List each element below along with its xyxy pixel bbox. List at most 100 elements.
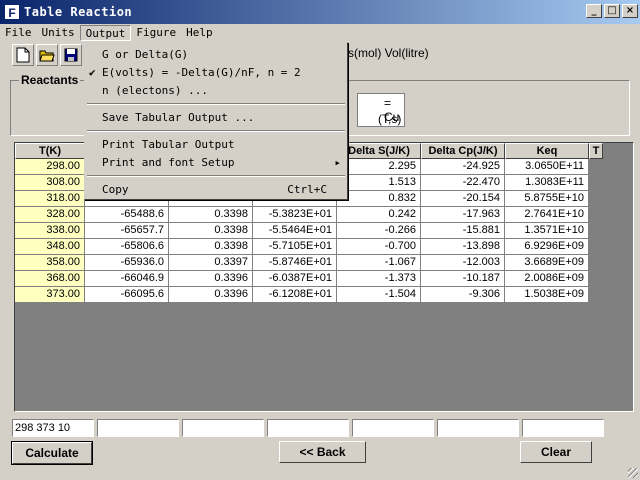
menu-item-print-font-setup[interactable]: Print and font Setup ▸ [85, 154, 347, 171]
close-button[interactable]: × [622, 4, 638, 18]
col-header-t[interactable]: T(K) [15, 143, 85, 159]
table-cell[interactable]: -5.5464E+01 [253, 223, 337, 239]
maximize-button[interactable]: □ [604, 4, 620, 18]
table-cell[interactable]: -65936.0 [85, 255, 169, 271]
menu-item-copy[interactable]: Copy Ctrl+C [85, 181, 347, 198]
table-cell[interactable]: 2.7641E+10 [505, 207, 589, 223]
menu-units[interactable]: Units [37, 25, 80, 41]
menu-item-print-tabular[interactable]: Print Tabular Output [85, 136, 347, 153]
table-cell[interactable]: -1.504 [337, 287, 421, 303]
table-cell[interactable]: -15.881 [421, 223, 505, 239]
table-cell[interactable]: -6.0387E+01 [253, 271, 337, 287]
table-cell[interactable]: -5.8746E+01 [253, 255, 337, 271]
table-cell[interactable]: 0.832 [337, 191, 421, 207]
col-header-t2[interactable]: T [589, 143, 603, 159]
table-cell[interactable]: 0.3398 [169, 223, 253, 239]
table-cell[interactable]: 1.3083E+11 [505, 175, 589, 191]
menu-item-delta-g[interactable]: G or Delta(G) [85, 46, 347, 63]
menu-output[interactable]: Output [79, 25, 132, 41]
status-bar [0, 466, 640, 480]
back-button[interactable]: << Back [279, 441, 366, 463]
table-row[interactable]: 368.00 -66046.9 0.3396 -6.0387E+01 -1.373 -10… [15, 271, 633, 287]
table-cell[interactable]: 318.00 [15, 191, 85, 207]
save-button[interactable] [60, 44, 82, 66]
menu-item-electrons[interactable]: n (electons) ... [85, 82, 347, 99]
col-header-keq[interactable]: Keq [505, 143, 589, 159]
table-row[interactable]: 358.00 -65936.0 0.3397 -5.8746E+01 -1.067 -12… [15, 255, 633, 271]
input-field-5[interactable] [352, 419, 434, 437]
table-cell[interactable]: -0.266 [337, 223, 421, 239]
table-cell[interactable]: 328.00 [15, 207, 85, 223]
table-cell[interactable]: 368.00 [15, 271, 85, 287]
table-cell[interactable]: 0.242 [337, 207, 421, 223]
table-cell[interactable]: 5.8755E+10 [505, 191, 589, 207]
new-file-icon [16, 47, 30, 63]
table-cell[interactable]: -66046.9 [85, 271, 169, 287]
table-cell[interactable]: 2.0086E+09 [505, 271, 589, 287]
table-row[interactable]: 348.00 -65806.6 0.3398 -5.7105E+01 -0.700 -13… [15, 239, 633, 255]
menu-figure[interactable]: Figure [131, 25, 181, 41]
table-cell[interactable]: -9.306 [421, 287, 505, 303]
table-cell[interactable]: 0.3398 [169, 207, 253, 223]
table-cell[interactable]: -22.470 [421, 175, 505, 191]
table-row[interactable]: 338.00 -65657.7 0.3398 -5.5464E+01 -0.266 -15… [15, 223, 633, 239]
table-cell[interactable]: 1.513 [337, 175, 421, 191]
menu-file[interactable]: File [0, 25, 37, 41]
table-cell[interactable]: -24.925 [421, 159, 505, 175]
input-field-6[interactable] [437, 419, 519, 437]
table-cell[interactable]: 348.00 [15, 239, 85, 255]
table-cell[interactable]: 308.00 [15, 175, 85, 191]
menu-item-print-font-setup-label: Print and font Setup [102, 156, 235, 169]
table-cell[interactable]: -17.963 [421, 207, 505, 223]
open-folder-button[interactable] [36, 44, 58, 66]
table-cell[interactable]: -65488.6 [85, 207, 169, 223]
table-cell[interactable]: 2.295 [337, 159, 421, 175]
table-cell[interactable]: 3.6689E+09 [505, 255, 589, 271]
menu-separator [87, 175, 345, 177]
table-cell[interactable]: 373.00 [15, 287, 85, 303]
menu-item-e-volts[interactable]: ✔ E(volts) = -Delta(G)/nF, n = 2 [85, 64, 347, 81]
menu-item-save-tabular[interactable]: Save Tabular Output ... [85, 109, 347, 126]
table-row[interactable]: 373.00 -66095.6 0.3396 -6.1208E+01 -1.504 -9.… [15, 287, 633, 303]
table-cell[interactable]: 0.3396 [169, 287, 253, 303]
clear-button[interactable]: Clear [520, 441, 592, 463]
table-cell[interactable]: -1.067 [337, 255, 421, 271]
table-row[interactable]: 328.00 -65488.6 0.3398 -5.3823E+01 0.242 -17.… [15, 207, 633, 223]
table-cell[interactable]: -65806.6 [85, 239, 169, 255]
table-cell[interactable]: -5.3823E+01 [253, 207, 337, 223]
table-cell[interactable]: -20.154 [421, 191, 505, 207]
table-cell[interactable]: -6.1208E+01 [253, 287, 337, 303]
table-cell[interactable]: 298.00 [15, 159, 85, 175]
col-header-delta-cp[interactable]: Delta Cp(J/K) [421, 143, 505, 159]
cu-product-box[interactable]: = Cu (T,s) [357, 93, 405, 127]
table-cell[interactable]: 0.3397 [169, 255, 253, 271]
table-cell[interactable]: -13.898 [421, 239, 505, 255]
minimize-button[interactable]: _ [586, 4, 602, 18]
table-cell[interactable]: -5.7105E+01 [253, 239, 337, 255]
temperature-range-input[interactable] [12, 419, 94, 437]
input-field-7[interactable] [522, 419, 604, 437]
table-cell[interactable]: 0.3398 [169, 239, 253, 255]
title-bar: F Table Reaction _ □ × [0, 0, 640, 24]
table-cell[interactable]: -65657.7 [85, 223, 169, 239]
table-cell[interactable]: -66095.6 [85, 287, 169, 303]
menu-help[interactable]: Help [181, 25, 218, 41]
table-cell[interactable]: -10.187 [421, 271, 505, 287]
new-file-button[interactable] [12, 44, 34, 66]
input-field-2[interactable] [97, 419, 179, 437]
table-cell[interactable]: 338.00 [15, 223, 85, 239]
calculate-button[interactable]: Calculate [11, 441, 93, 465]
table-cell[interactable]: 358.00 [15, 255, 85, 271]
table-cell[interactable]: 3.0650E+11 [505, 159, 589, 175]
resize-grip-icon[interactable] [628, 468, 638, 478]
table-cell[interactable]: -12.003 [421, 255, 505, 271]
table-cell[interactable]: 6.9296E+09 [505, 239, 589, 255]
table-cell[interactable]: -1.373 [337, 271, 421, 287]
table-cell[interactable]: -0.700 [337, 239, 421, 255]
col-header-delta-s[interactable]: Delta S(J/K) [337, 143, 421, 159]
table-cell[interactable]: 0.3396 [169, 271, 253, 287]
table-cell[interactable]: 1.5038E+09 [505, 287, 589, 303]
input-field-4[interactable] [267, 419, 349, 437]
input-field-3[interactable] [182, 419, 264, 437]
table-cell[interactable]: 1.3571E+10 [505, 223, 589, 239]
